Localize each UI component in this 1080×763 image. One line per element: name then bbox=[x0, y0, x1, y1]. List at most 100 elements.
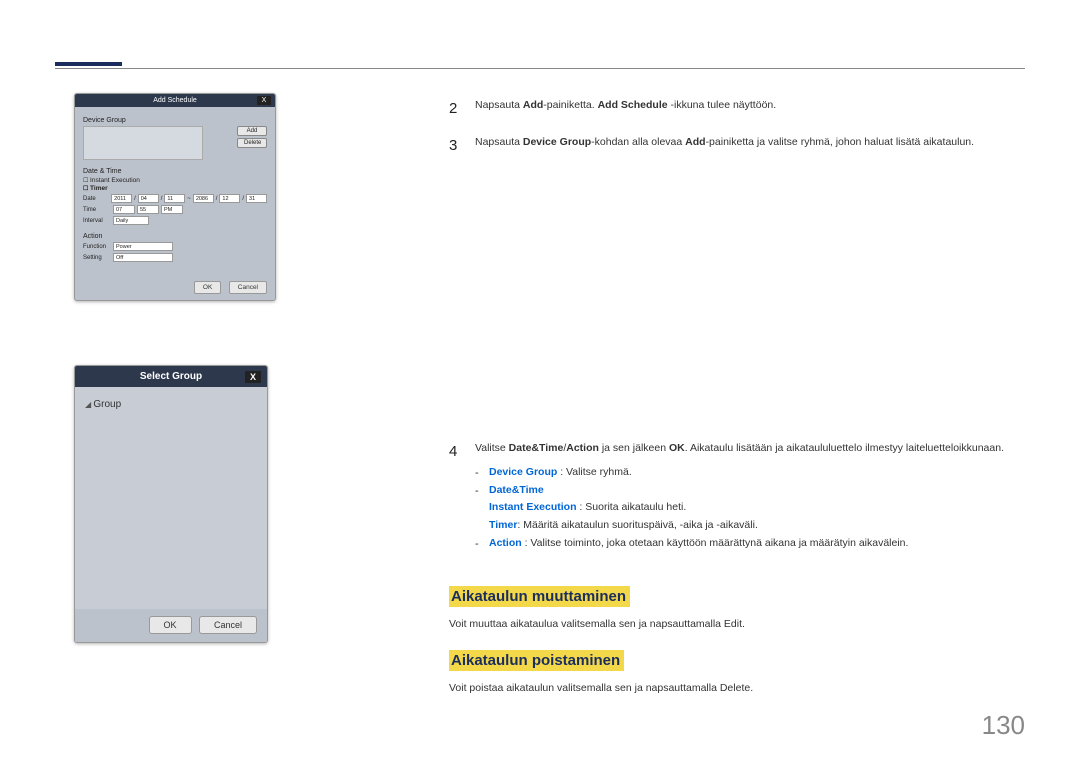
time-h[interactable]: 07 bbox=[113, 205, 135, 214]
delete-button[interactable]: Delete bbox=[237, 138, 267, 148]
step-number: 2 bbox=[449, 98, 461, 121]
setting-select[interactable]: Off bbox=[113, 253, 173, 262]
t: -painiketta ja valitse ryhmä, johon halu… bbox=[706, 136, 975, 148]
date-y1[interactable]: 2011 bbox=[111, 194, 132, 203]
bold-datetime: Date&Time bbox=[509, 442, 564, 454]
hl-datetime: Date&Time bbox=[489, 484, 544, 496]
t: Voit poistaa aikataulun valitsemalla sen… bbox=[449, 682, 720, 694]
date-row: Date 2011/ 04/ 11 ~ 2086/ 12/ 31 bbox=[83, 194, 267, 203]
t: . Aikataulu lisätään ja aikataululuettel… bbox=[685, 442, 1004, 454]
para-delete: Voit poistaa aikataulun valitsemalla sen… bbox=[449, 681, 1034, 697]
t: -kohdan alla olevaa bbox=[591, 136, 685, 148]
cancel-button[interactable]: Cancel bbox=[199, 616, 257, 634]
function-label: Function bbox=[83, 244, 111, 250]
t: : Suorita aikataulu heti. bbox=[577, 501, 687, 513]
t: ja sen jälkeen bbox=[599, 442, 669, 454]
list-item: Date&Time bbox=[475, 483, 1004, 499]
setting-label: Setting bbox=[83, 255, 111, 261]
step-number: 3 bbox=[449, 135, 461, 158]
step-3: 3 Napsauta Device Group-kohdan alla olev… bbox=[449, 135, 1034, 158]
function-row: Function Power bbox=[83, 242, 267, 251]
tree-root-item[interactable]: Group bbox=[85, 399, 257, 410]
bold-add: Add bbox=[523, 99, 543, 111]
time-m[interactable]: 55 bbox=[137, 205, 159, 214]
header-accent bbox=[55, 62, 122, 66]
close-icon[interactable]: X bbox=[245, 371, 261, 383]
time-ampm[interactable]: PM bbox=[161, 205, 183, 214]
t: : Valitse ryhmä. bbox=[557, 466, 632, 478]
step-text: Napsauta Device Group-kohdan alla olevaa… bbox=[475, 135, 974, 158]
dialog-footer: OK Cancel bbox=[75, 609, 267, 642]
cancel-button[interactable]: Cancel bbox=[229, 281, 267, 294]
dialog-footer: OK Cancel bbox=[75, 272, 275, 300]
list-item: Action : Valitse toiminto, joka otetaan … bbox=[475, 536, 1004, 552]
right-column: 2 Napsauta Add-painiketta. Add Schedule … bbox=[449, 98, 1034, 697]
step-text: Napsauta Add-painiketta. Add Schedule -i… bbox=[475, 98, 776, 121]
date-label: Date bbox=[83, 196, 109, 202]
ok-button[interactable]: OK bbox=[194, 281, 221, 294]
t: : Valitse toiminto, joka otetaan käyttöö… bbox=[522, 537, 909, 549]
action-section: Action Function Power Setting Off bbox=[83, 233, 267, 262]
date-time-label: Date & Time bbox=[83, 168, 267, 175]
step-4-sublist: Device Group : Valitse ryhmä. Date&Time … bbox=[475, 465, 1004, 552]
hl-edit: Edit bbox=[724, 618, 742, 630]
close-icon[interactable]: X bbox=[257, 96, 271, 105]
bold-device-group: Device Group bbox=[523, 136, 591, 148]
t: Valitse bbox=[475, 442, 509, 454]
device-group-label: Device Group bbox=[83, 117, 267, 124]
para-modify: Voit muuttaa aikataulua valitsemalla sen… bbox=[449, 617, 1034, 633]
interval-select[interactable]: Daily bbox=[113, 216, 149, 225]
dialog-title: Select Group bbox=[140, 371, 202, 382]
add-button[interactable]: Add bbox=[237, 126, 267, 136]
ok-button[interactable]: OK bbox=[149, 616, 192, 634]
time-row: Time 07 55 PM bbox=[83, 205, 267, 214]
step-number: 4 bbox=[449, 441, 461, 554]
dialog-title: Add Schedule bbox=[153, 97, 197, 104]
spacer bbox=[449, 171, 1034, 441]
list-item: Timer: Määritä aikataulun suorituspäivä,… bbox=[475, 518, 1004, 534]
action-label: Action bbox=[83, 233, 267, 240]
date-time-section: Date & Time Instant Execution Timer Date… bbox=[83, 168, 267, 225]
date-m1[interactable]: 04 bbox=[138, 194, 159, 203]
list-item: Device Group : Valitse ryhmä. bbox=[475, 465, 1004, 481]
timer-checkbox[interactable]: Timer bbox=[83, 185, 267, 192]
step-4: 4 Valitse Date&Time/Action ja sen jälkee… bbox=[449, 441, 1034, 554]
t: Voit muuttaa aikataulua valitsemalla sen… bbox=[449, 618, 724, 630]
header-rule bbox=[55, 68, 1025, 69]
bold-action: Action bbox=[566, 442, 599, 454]
heading-delete-schedule: Aikataulun poistaminen bbox=[449, 650, 624, 671]
device-group-list[interactable] bbox=[83, 126, 203, 160]
bold-add: Add bbox=[685, 136, 705, 148]
date-y2[interactable]: 2086 bbox=[193, 194, 214, 203]
dialog-body: Device Group Add Delete Date & Time Inst… bbox=[75, 107, 275, 272]
hl-timer: Timer bbox=[489, 519, 517, 531]
t: Napsauta bbox=[475, 136, 523, 148]
t: : Määritä aikataulun suorituspäivä, -aik… bbox=[517, 519, 757, 531]
date-d2[interactable]: 31 bbox=[246, 194, 267, 203]
device-group-buttons: Add Delete bbox=[237, 126, 267, 150]
heading-modify-schedule: Aikataulun muuttaminen bbox=[449, 586, 630, 607]
instant-execution-checkbox[interactable]: Instant Execution bbox=[83, 177, 267, 184]
dialog-titlebar: Select Group X bbox=[75, 366, 267, 387]
step-2: 2 Napsauta Add-painiketta. Add Schedule … bbox=[449, 98, 1034, 121]
add-schedule-dialog: Add Schedule X Device Group Add Delete D… bbox=[74, 93, 276, 301]
left-column: Add Schedule X Device Group Add Delete D… bbox=[74, 93, 289, 707]
t: Napsauta bbox=[475, 99, 523, 111]
page-number: 130 bbox=[982, 710, 1025, 741]
hl-delete: Delete bbox=[720, 682, 750, 694]
list-item: Instant Execution : Suorita aikataulu he… bbox=[475, 500, 1004, 516]
bold-ok: OK bbox=[669, 442, 685, 454]
hl-action: Action bbox=[489, 537, 522, 549]
bold-add-schedule: Add Schedule bbox=[598, 99, 668, 111]
setting-row: Setting Off bbox=[83, 253, 267, 262]
t: -ikkuna tulee näyttöön. bbox=[668, 99, 777, 111]
step-text: Valitse Date&Time/Action ja sen jälkeen … bbox=[475, 441, 1004, 554]
t: . bbox=[750, 682, 753, 694]
group-tree[interactable]: Group bbox=[75, 387, 267, 609]
date-d1[interactable]: 11 bbox=[164, 194, 185, 203]
function-select[interactable]: Power bbox=[113, 242, 173, 251]
hl-device-group: Device Group bbox=[489, 466, 557, 478]
interval-label: Interval bbox=[83, 218, 111, 224]
dialog-titlebar: Add Schedule X bbox=[75, 94, 275, 107]
date-m2[interactable]: 12 bbox=[219, 194, 240, 203]
